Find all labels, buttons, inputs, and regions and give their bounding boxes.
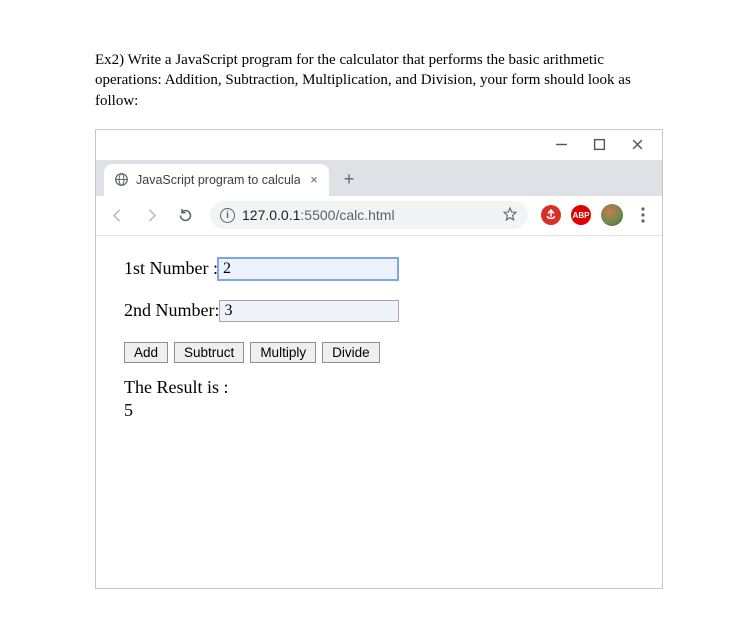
result-value: 5 [124,400,662,421]
second-number-input[interactable] [219,300,399,322]
browser-tab[interactable]: JavaScript program to calculate n × [104,164,329,196]
browser-window: JavaScript program to calculate n × + i … [95,129,663,589]
bookmark-star-icon[interactable] [502,206,518,225]
new-tab-button[interactable]: + [335,166,363,194]
maximize-button[interactable] [580,132,618,158]
close-window-button[interactable] [618,132,656,158]
close-tab-button[interactable]: × [307,173,321,187]
tab-bar: JavaScript program to calculate n × + [96,160,662,196]
back-button[interactable] [102,200,132,230]
first-number-input[interactable] [218,258,398,280]
result-label: The Result is : [124,377,662,398]
extension-abp-icon[interactable]: ABP [571,205,591,225]
page-content: 1st Number : 2nd Number: Add Subtruct Mu… [96,236,662,421]
divide-button[interactable]: Divide [322,342,380,363]
window-titlebar [96,130,662,160]
profile-avatar[interactable] [601,204,623,226]
add-button[interactable]: Add [124,342,168,363]
first-number-label: 1st Number : [124,258,218,279]
address-bar[interactable]: i 127.0.0.1:5500/calc.html [210,201,528,229]
exercise-instructions: Ex2) Write a JavaScript program for the … [95,50,668,111]
globe-icon [114,172,129,187]
browser-menu-button[interactable] [630,207,656,223]
reload-button[interactable] [170,200,200,230]
multiply-button[interactable]: Multiply [250,342,316,363]
browser-toolbar: i 127.0.0.1:5500/calc.html ABP [96,196,662,236]
site-info-icon[interactable]: i [220,208,235,223]
subtract-button[interactable]: Subtruct [174,342,244,363]
minimize-button[interactable] [542,132,580,158]
url-text: 127.0.0.1:5500/calc.html [242,207,495,223]
forward-button[interactable] [136,200,166,230]
operation-button-row: Add Subtruct Multiply Divide [124,342,662,363]
second-number-label: 2nd Number: [124,300,219,321]
tab-title: JavaScript program to calculate n [136,173,300,187]
extension-ublock-icon[interactable] [541,205,561,225]
